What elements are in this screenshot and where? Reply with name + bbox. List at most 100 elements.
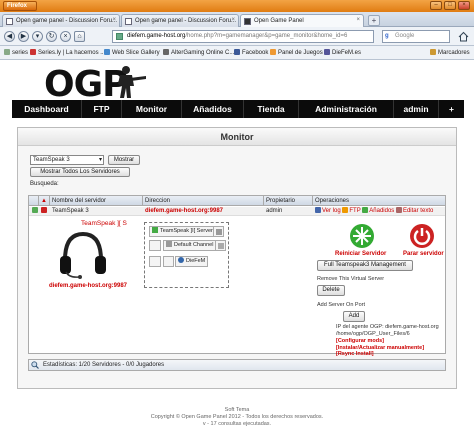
sort-arrow-icon[interactable]: ▲	[39, 196, 50, 206]
rsync-install-link[interactable]: [Rsync Install]	[336, 351, 374, 357]
delete-button[interactable]: Delete	[317, 285, 345, 296]
col-owner[interactable]: Propietario	[264, 196, 313, 206]
tab-label: Open game panel - Discussion Foru...	[16, 18, 118, 24]
browser-tab-1[interactable]: Open game panel - Discussion Foru... ×	[2, 14, 120, 27]
tab-strip: Open game panel - Discussion Foru... × O…	[0, 12, 474, 27]
soldier-silhouette-icon	[118, 66, 146, 98]
table-header: ▲ Nombre del servidor Direccion Propieta…	[29, 196, 445, 206]
table-row[interactable]: TeamSpeak 3 diefem.game-host.org:9987 ad…	[29, 207, 445, 216]
teamspeak-title: TeamSpeak ][ S	[81, 220, 127, 227]
close-tab-icon[interactable]: ×	[356, 17, 360, 23]
menu-monitor[interactable]: Monitor	[122, 100, 182, 118]
bookmark-panel-juegos[interactable]: Panel de Juegos	[270, 49, 323, 56]
stop-server-link[interactable]: Parar servidor	[403, 251, 444, 257]
bookmark-icon	[4, 49, 10, 55]
edit-text-link[interactable]: Editar texto	[403, 208, 433, 214]
bookmarks-star-icon	[430, 49, 436, 55]
forward-arrow-icon[interactable]: ▶	[18, 31, 29, 42]
search-label: Busqueda:	[30, 181, 59, 187]
bookmark-icon	[270, 49, 276, 55]
tree-client-node[interactable]: DieFeM	[175, 256, 209, 267]
server-type-select[interactable]: TeamSpeak 3 ▾	[30, 155, 104, 165]
bookmarks-menu[interactable]: Marcadores	[430, 49, 470, 56]
node-icon	[218, 243, 224, 249]
menu-plus[interactable]: +	[439, 100, 464, 118]
minimize-icon[interactable]: –	[430, 1, 442, 10]
back-arrow-icon[interactable]: ◀	[4, 31, 15, 42]
col-address[interactable]: Direccion	[143, 196, 264, 206]
ftp-icon	[342, 207, 349, 213]
table-footer: Estadísticas: 1/20 Servidores - 0/0 Juga…	[28, 359, 446, 371]
page-footer: Soft Tema Copyright © Open Game Panel 20…	[0, 407, 474, 428]
select-value: TeamSpeak 3	[33, 157, 70, 163]
bookmark-web-slice[interactable]: Web Slice Gallery	[104, 49, 160, 56]
ftp-link[interactable]: FTP	[349, 208, 360, 214]
firefox-menu-button[interactable]: Firefox	[3, 1, 37, 11]
client-icon	[178, 257, 184, 263]
search-input[interactable]: g Google	[382, 30, 450, 43]
menu-shop[interactable]: Tienda	[244, 100, 299, 118]
tree-expander[interactable]	[149, 240, 161, 251]
dropdown-history-icon[interactable]: ▾	[32, 31, 43, 42]
tab-label: Open Game Panel	[254, 18, 304, 24]
bookmark-series[interactable]: series	[4, 49, 28, 56]
menu-addons[interactable]: Añadidos	[182, 100, 244, 118]
show-all-servers-button[interactable]: Mostrar Todos Los Servidores	[30, 167, 130, 177]
menu-ftp[interactable]: FTP	[82, 100, 122, 118]
addons-icon	[362, 207, 369, 213]
restart-server-icon[interactable]	[349, 223, 375, 249]
close-tab-icon[interactable]: ×	[112, 17, 116, 23]
bookmarks-toolbar: series Series.ly | La hacemos ... Web Sl…	[0, 46, 474, 60]
add-button[interactable]: Add	[343, 311, 365, 322]
copyright-text: Copyright © Open Game Panel 2012 - Todos…	[150, 414, 324, 420]
view-log-link[interactable]: Ver log	[322, 208, 341, 214]
home-icon[interactable]: ⌂	[74, 31, 85, 42]
tree-expander[interactable]	[149, 256, 161, 267]
tree-channel-node[interactable]: Default Channel	[163, 240, 217, 251]
node-icon	[216, 229, 222, 235]
address-bar[interactable]: diefem.game-host.org/home.php?m=gamemana…	[112, 30, 374, 43]
add-server-label: Add Server On Port	[317, 302, 365, 308]
maximize-icon[interactable]: □	[444, 1, 456, 10]
statistics-text: Estadísticas: 1/20 Servidores - 0/0 Juga…	[43, 362, 165, 368]
close-tab-icon[interactable]: ×	[231, 17, 235, 23]
house-icon[interactable]	[458, 31, 469, 42]
tree-channel-action[interactable]	[215, 240, 226, 251]
col-operations: Operaciones	[315, 198, 350, 204]
menu-administration[interactable]: Administración	[299, 100, 394, 118]
tree-expander[interactable]	[163, 256, 174, 267]
close-window-icon[interactable]: ×	[458, 1, 470, 10]
browser-tab-3[interactable]: Open Game Panel ×	[240, 14, 364, 27]
restart-server-link[interactable]: Reiniciar Servidor	[335, 251, 386, 257]
url-domain: diefem.game-host.org	[127, 33, 186, 39]
stop-server-icon[interactable]	[409, 223, 435, 249]
panel-title: Monitor	[18, 128, 456, 146]
full-ts3-management-button[interactable]: Full Teamspeak3 Management	[317, 260, 413, 271]
bookmark-altergaming[interactable]: AlterGaming Online C...	[163, 49, 234, 56]
tree-server-node-action[interactable]	[213, 226, 224, 237]
bookmark-diefem[interactable]: DieFeM.es	[324, 49, 361, 56]
stop-icon[interactable]: ×	[60, 31, 71, 42]
col-server-name[interactable]: Nombre del servidor	[50, 196, 143, 206]
browser-tab-2[interactable]: Open game panel - Discussion Foru... ×	[121, 14, 239, 27]
collapse-icon[interactable]	[30, 207, 39, 216]
tree-server-node[interactable]: TeamSpeak ]I[ Server	[149, 226, 216, 237]
main-menu: Dashboard FTP Monitor Añadidos Tienda Ad…	[12, 100, 464, 118]
reload-icon[interactable]: ↻	[46, 31, 57, 42]
window-titlebar: Firefox – □ ×	[0, 0, 474, 12]
headset-icon	[60, 231, 106, 279]
navigation-toolbar: ◀ ▶ ▾ ↻ × ⌂ diefem.game-host.org/home.ph…	[0, 27, 474, 46]
server-name: TeamSpeak 3	[52, 208, 89, 214]
menu-dashboard[interactable]: Dashboard	[12, 100, 82, 118]
show-button[interactable]: Mostrar	[108, 155, 140, 165]
menu-admin[interactable]: admin	[394, 100, 439, 118]
new-tab-icon[interactable]: +	[368, 15, 380, 26]
bookmark-facebook[interactable]: Facebook	[234, 49, 268, 56]
servers-table: ▲ Nombre del servidor Direccion Propieta…	[28, 195, 446, 357]
log-icon	[315, 207, 321, 213]
addons-link[interactable]: Añadidos	[369, 208, 394, 214]
server-status-icon	[39, 207, 50, 216]
bookmark-seriesly[interactable]: Series.ly | La hacemos ...	[30, 49, 105, 56]
tab-favicon-icon	[6, 18, 13, 25]
configure-mods-link[interactable]: [Configurar mods]	[336, 338, 384, 344]
